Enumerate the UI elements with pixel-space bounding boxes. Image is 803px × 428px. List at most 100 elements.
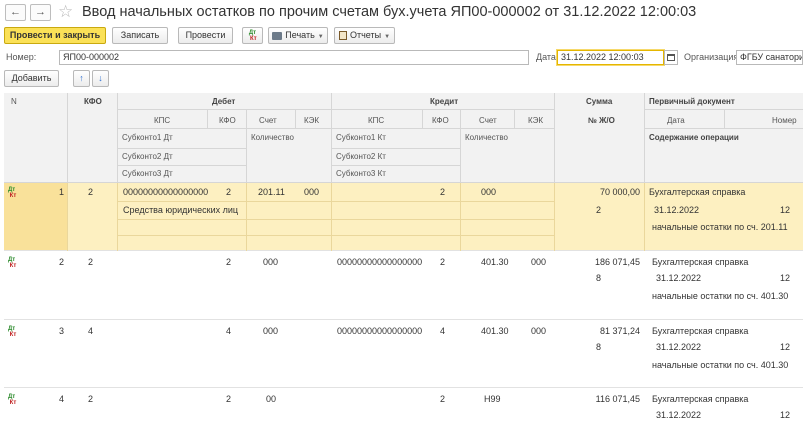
cell-ct-kps: 00000000000000000	[337, 326, 423, 336]
save-button[interactable]: Записать	[112, 27, 168, 44]
col-doc-number[interactable]: Номер	[772, 116, 797, 125]
cell-doc: Бухгалтерская справка	[649, 187, 746, 197]
col-credit-account[interactable]: Счет	[479, 116, 497, 125]
chevron-down-icon: ▼	[317, 34, 324, 40]
dt-kt-button[interactable]: Дт Кт	[242, 27, 263, 44]
star-icon[interactable]: ☆	[58, 2, 73, 22]
col-credit: Кредит	[430, 97, 459, 106]
col-credit-sub2[interactable]: Субконто2 Кт	[336, 152, 386, 161]
col-kfo[interactable]: КФО	[84, 97, 102, 106]
arrow-down-icon: ↓	[98, 73, 103, 83]
col-debit-qty[interactable]: Количество	[251, 133, 294, 142]
cell-doc-date: 31.12.2022	[656, 273, 702, 283]
col-doc: Первичный документ	[649, 97, 735, 106]
dt-kt-icon: Дт Кт	[8, 326, 17, 338]
cell-ct-kfo: 2	[440, 187, 446, 197]
forward-button[interactable]: →	[30, 4, 51, 21]
cell-dt-account: 000	[263, 257, 279, 267]
calendar-button[interactable]	[664, 50, 678, 65]
col-debit-kek[interactable]: КЭК	[304, 116, 319, 125]
cell-sum: 116 071,45	[595, 394, 640, 404]
cell-dt-kfo: 2	[226, 187, 232, 197]
cell-dt-kek: 000	[304, 187, 320, 197]
cell-sum: 186 071,45	[594, 257, 640, 267]
back-button[interactable]: ←	[5, 4, 26, 21]
cell-n: 4	[58, 394, 64, 404]
col-credit-sub3[interactable]: Субконто3 Кт	[336, 169, 386, 178]
date-label: Дата:	[536, 52, 559, 62]
move-up-button[interactable]: ↑	[73, 70, 90, 87]
cell-doc: Бухгалтерская справка	[652, 257, 749, 267]
cell-ct-kfo: 2	[440, 394, 446, 404]
cell-content: начальные остатки по сч. 201.11	[652, 222, 788, 232]
dt-kt-icon: Дт Кт	[8, 257, 17, 269]
cell-ct-kek: 000	[531, 257, 547, 267]
col-journal[interactable]: № Ж/О	[588, 116, 615, 125]
add-row-button[interactable]: Добавить	[4, 70, 59, 87]
organization-field[interactable]: ФГБУ санаторий	[736, 50, 803, 65]
cell-kfo: 2	[88, 187, 94, 197]
move-down-button[interactable]: ↓	[92, 70, 109, 87]
cell-doc-number: 12	[780, 410, 791, 420]
col-credit-sub1[interactable]: Субконто1 Кт	[336, 133, 386, 142]
cell-doc-number: 12	[780, 342, 791, 352]
print-button[interactable]: Печать ▼	[268, 27, 328, 44]
cell-ct-account: 401.30	[481, 326, 509, 336]
arrow-up-icon: ↑	[79, 73, 84, 83]
number-field[interactable]: ЯП00-000002	[59, 50, 529, 65]
organization-label: Организация:	[684, 52, 741, 62]
cell-n: 2	[58, 257, 64, 267]
printer-icon	[272, 31, 283, 40]
dt-kt-icon: Дт Кт	[8, 394, 17, 406]
print-label: Печать	[285, 30, 315, 40]
col-credit-qty[interactable]: Количество	[465, 133, 508, 142]
cell-doc-date: 31.12.2022	[654, 205, 700, 215]
cell-ct-kfo: 4	[440, 326, 446, 336]
cell-content: начальные остатки по сч. 401.30	[652, 291, 789, 301]
post-and-close-button[interactable]: Провести и закрыть	[4, 27, 106, 44]
calendar-icon	[667, 54, 675, 61]
col-debit-kps[interactable]: КПС	[154, 116, 170, 125]
table-row[interactable]: Дт Кт 3 4 4 000 00000000000000000 4 401.…	[4, 320, 803, 388]
cell-doc: Бухгалтерская справка	[652, 394, 749, 404]
table-row[interactable]: Дт Кт 4 2 2 00 2 Н99 116 071,45 Бухгалте…	[4, 388, 803, 428]
col-n[interactable]: N	[11, 97, 17, 106]
window-title: Ввод начальных остатков по прочим счетам…	[82, 4, 697, 20]
dt-kt-icon: Дт Кт	[8, 187, 17, 199]
cell-ct-kfo: 2	[440, 257, 446, 267]
date-field[interactable]: 31.12.2022 12:00:03	[557, 50, 664, 65]
cell-ct-kps: 00000000000000000	[337, 257, 423, 267]
col-credit-kps[interactable]: КПС	[368, 116, 384, 125]
col-doc-content[interactable]: Содержание операции	[649, 133, 739, 142]
cell-dt-account: 201.11	[258, 187, 285, 197]
reports-button[interactable]: Отчеты ▼	[334, 27, 395, 44]
col-sum[interactable]: Сумма	[586, 97, 612, 106]
cell-content: начальные остатки по сч. 401.30	[652, 360, 789, 370]
cell-ct-kek: 000	[531, 326, 547, 336]
post-button[interactable]: Провести	[178, 27, 233, 44]
col-credit-kek[interactable]: КЭК	[528, 116, 543, 125]
cell-ct-account: 000	[481, 187, 497, 197]
cell-n: 3	[58, 326, 64, 336]
table-row[interactable]: Дт Кт 2 2 2 000 00000000000000000 2 401.…	[4, 251, 803, 320]
cell-doc-number: 12	[780, 205, 791, 215]
cell-dt-kfo: 2	[226, 394, 232, 404]
cell-doc-date: 31.12.2022	[656, 410, 702, 420]
col-doc-date[interactable]: Дата	[667, 116, 685, 125]
col-debit-sub3[interactable]: Субконто3 Дт	[122, 169, 173, 178]
cell-journal: 2	[596, 205, 602, 215]
col-debit-sub1[interactable]: Субконто1 Дт	[122, 133, 173, 142]
col-credit-kfo[interactable]: КФО	[432, 116, 449, 125]
cell-ct-account: Н99	[484, 394, 501, 404]
table-row[interactable]: Дт Кт 1 2 00000000000000000 2 201.11 000…	[4, 183, 803, 251]
cell-doc-date: 31.12.2022	[656, 342, 702, 352]
cell-dt-sub1: Средства юридических лиц	[123, 205, 239, 215]
col-debit-kfo[interactable]: КФО	[219, 116, 236, 125]
arrow-left-icon: ←	[10, 6, 21, 18]
cell-dt-kfo: 4	[226, 326, 232, 336]
cell-kfo: 2	[88, 257, 94, 267]
cell-sum: 81 371,24	[599, 326, 640, 336]
col-debit-account[interactable]: Счет	[259, 116, 277, 125]
cell-kfo: 4	[88, 326, 94, 336]
col-debit-sub2[interactable]: Субконто2 Дт	[122, 152, 173, 161]
